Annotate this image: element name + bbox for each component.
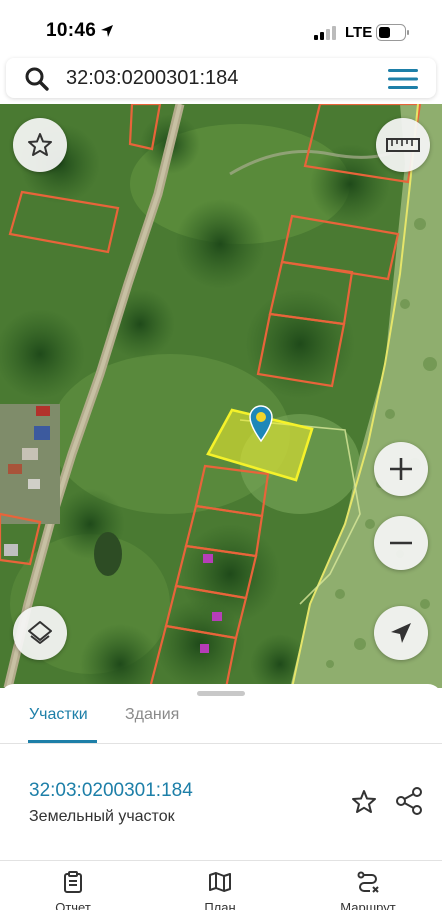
divider [0, 860, 442, 861]
star-icon[interactable] [350, 788, 378, 816]
tab-parcels[interactable]: Участки [29, 706, 88, 724]
locate-button[interactable] [374, 606, 428, 660]
ruler-button[interactable] [376, 118, 430, 172]
nav-route[interactable]: Маршрут [328, 870, 408, 910]
parcel-type: Земельный участок [29, 808, 175, 825]
search-icon[interactable] [24, 66, 50, 92]
zoom-out-button[interactable] [374, 516, 428, 570]
tab-buildings[interactable]: Здания [125, 706, 179, 724]
signal-icon [314, 26, 336, 40]
clipboard-icon [64, 871, 82, 893]
location-arrow-icon [101, 25, 113, 37]
layers-icon [28, 621, 52, 644]
nav-route-label: Маршрут [340, 900, 396, 910]
menu-icon[interactable] [386, 66, 420, 92]
bottom-sheet[interactable]: Участки Здания 32:03:0200301:184 Земельн… [0, 684, 442, 910]
star-outline-icon [28, 133, 52, 156]
route-icon [357, 871, 379, 893]
ruler-icon [386, 138, 420, 152]
sheet-grabber[interactable] [197, 691, 245, 696]
carrier-label: LTE [345, 24, 373, 41]
nav-plan-label: План [204, 900, 236, 910]
battery-icon [376, 24, 409, 41]
satellite-map[interactable] [0, 104, 442, 688]
search-query[interactable]: 32:03:0200301:184 [66, 67, 238, 90]
minus-icon [390, 541, 412, 545]
map-icon [209, 872, 231, 892]
status-time: 10:46 [46, 20, 97, 41]
map-view[interactable] [0, 104, 442, 688]
parcel-cadastral-number[interactable]: 32:03:0200301:184 [29, 780, 193, 802]
divider [0, 743, 442, 744]
nav-report-label: Отчет [55, 900, 91, 910]
zoom-in-button[interactable] [374, 442, 428, 496]
nav-report[interactable]: Отчет [33, 870, 113, 910]
share-icon[interactable] [394, 786, 424, 816]
search-bar[interactable]: 32:03:0200301:184 [6, 58, 436, 98]
layers-button[interactable] [13, 606, 67, 660]
favorite-map-button[interactable] [13, 118, 67, 172]
nav-plan[interactable]: План [180, 870, 260, 910]
plus-icon [390, 458, 412, 480]
status-bar: 10:46 LTE [0, 0, 442, 56]
navigation-arrow-icon [391, 623, 411, 643]
